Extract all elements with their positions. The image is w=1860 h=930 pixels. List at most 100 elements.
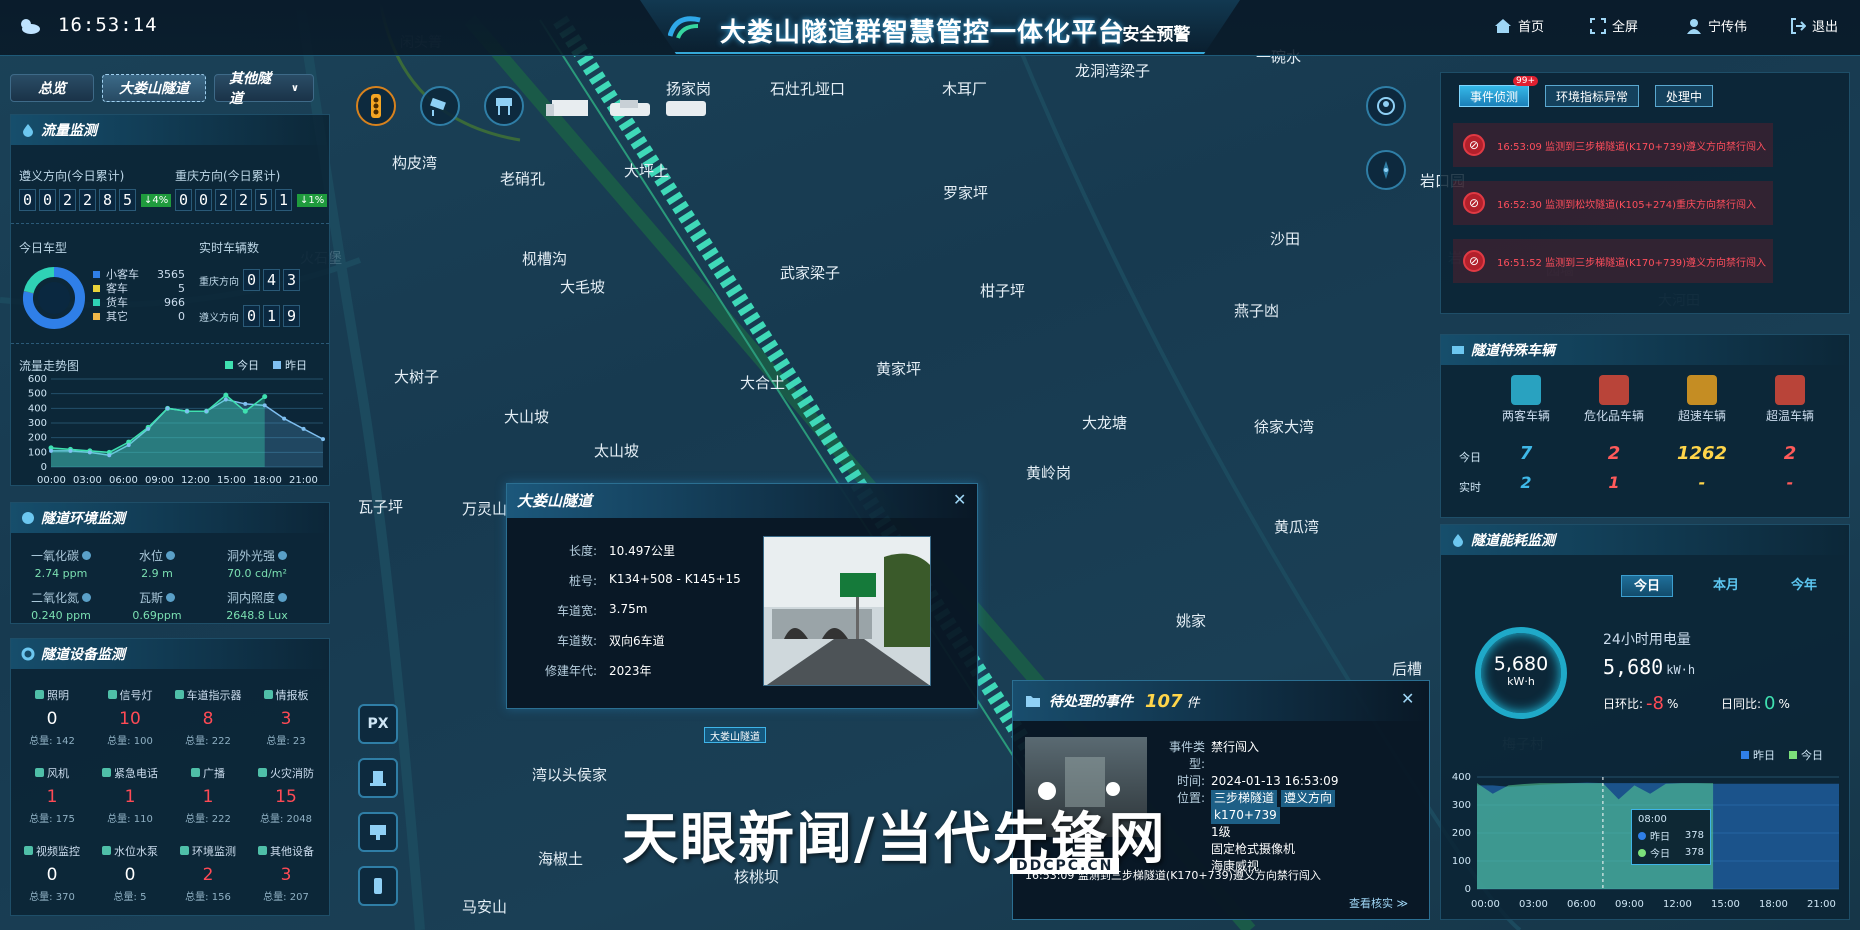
- counter-digit: 2: [79, 189, 96, 211]
- info-icon: [166, 551, 175, 560]
- vehicle-type-label: 危化品车辆: [1583, 409, 1644, 423]
- px-button[interactable]: PX: [358, 704, 398, 744]
- alarm-item[interactable]: ⊘ 16:51:52 监测到三步梯隧道(K170+739)遵义方向禁行闯入: [1453, 239, 1773, 283]
- legend-row: 小客车 3565: [93, 267, 185, 281]
- vehicle-today-count: 7: [1519, 443, 1533, 464]
- device-value: 0: [46, 865, 58, 885]
- watermark-sub: DDCPC.CN: [1010, 858, 1120, 874]
- tab-overview[interactable]: 总览: [10, 74, 94, 102]
- drop-icon: [23, 124, 33, 137]
- x-tick-label: 21:00: [289, 475, 318, 485]
- special-vehicle-type: 危化品车辆: [1579, 375, 1649, 424]
- phone-button[interactable]: [358, 866, 398, 906]
- verify-link[interactable]: 查看核实 ≫: [1349, 895, 1408, 911]
- gauge-unit: kW·h: [1507, 675, 1535, 688]
- gantry-button[interactable]: [484, 86, 524, 126]
- tab-env-abnormal[interactable]: 环境指标异常: [1545, 85, 1640, 107]
- y-tick-label: 100: [1452, 856, 1471, 867]
- info-icon: [278, 551, 287, 560]
- tunnel-photo: [763, 536, 931, 686]
- data-point: [243, 401, 248, 406]
- popup-info-value: 2023年: [609, 664, 652, 678]
- counter-digit: 0: [39, 189, 56, 211]
- device-name: 水位水泵: [95, 843, 165, 859]
- nav-user-button[interactable]: 宁传伟: [1686, 16, 1747, 35]
- vehicle-icon: [1775, 375, 1805, 405]
- env-metric: 二氧化氮 0.240 ppm: [21, 589, 101, 622]
- map-place-label: 罗家坪: [943, 184, 989, 202]
- data-point: [223, 392, 229, 398]
- realtime-row-label: 实时: [1459, 481, 1481, 494]
- data-point: [262, 394, 268, 400]
- data-point: [262, 403, 267, 408]
- gauge-value: 5,680: [1493, 653, 1549, 675]
- counter-digit: 8: [99, 189, 116, 211]
- popup-info-row: 车道宽: 3.75m: [527, 602, 647, 619]
- traffic-light-button[interactable]: [356, 86, 396, 126]
- vehicle-realtime-count: -: [1698, 473, 1706, 492]
- legend-swatch: [93, 270, 100, 278]
- page-subtitle: · 安全预警: [1110, 25, 1191, 45]
- day-label: 日同比:: [1721, 697, 1762, 711]
- nav-home-button[interactable]: 首页: [1494, 16, 1544, 35]
- tab-processing[interactable]: 处理中: [1655, 85, 1714, 107]
- pending-close-icon[interactable]: ✕: [1401, 689, 1414, 708]
- tab-year[interactable]: 今年: [1779, 575, 1829, 597]
- tooltip-row: 昨日 378: [1638, 828, 1704, 843]
- counter-digit: 2: [59, 189, 76, 211]
- device-icon: [180, 846, 189, 855]
- detail-source-value: 固定枪式摄像机: [1211, 842, 1296, 856]
- device-value: 15: [275, 787, 297, 807]
- alarm-item[interactable]: ⊘ 16:52:30 监测到松坎隧道(K105+274)重庆方向禁行闯入: [1453, 181, 1773, 225]
- vehicle-type-label: 超温车辆: [1765, 409, 1814, 423]
- compass-button[interactable]: [1366, 150, 1406, 190]
- data-point: [321, 437, 325, 442]
- device-total: 总量: 5: [113, 892, 147, 903]
- popup-info-value: K134+508 - K145+15: [609, 572, 741, 586]
- no-entry-icon: ⊘: [1463, 192, 1485, 214]
- tab-dalou-tunnel[interactable]: 大娄山隧道: [102, 74, 206, 102]
- tab-event-detect[interactable]: 事件侦测 99+: [1459, 76, 1539, 107]
- device-name: 环境监测: [173, 843, 243, 859]
- special-vehicle-type: 超速车辆: [1667, 375, 1737, 424]
- tunnel-marker[interactable]: 大娄山隧道: [704, 727, 766, 743]
- nav-fullscreen-button[interactable]: 全屏: [1590, 16, 1638, 35]
- percent-badge: ↓4%: [141, 194, 172, 207]
- device-stat: 风机 1 总量: 175: [17, 765, 87, 825]
- device-icon: [35, 768, 44, 777]
- popup-info-value: 双向6车道: [609, 634, 665, 648]
- map-layer-button[interactable]: [1366, 86, 1406, 126]
- tab-month[interactable]: 本月: [1701, 575, 1751, 597]
- x-tick-label: 09:00: [1615, 899, 1644, 910]
- nav-logout-button[interactable]: 退出: [1790, 16, 1838, 35]
- alarm-item[interactable]: ⊘ 16:53:09 监测到三步梯隧道(K170+739)遵义方向禁行闯入: [1453, 123, 1773, 167]
- data-point: [223, 397, 228, 402]
- counter-digit: 0: [195, 189, 212, 211]
- no-entry-icon: ⊘: [1463, 250, 1485, 272]
- traffic-light-icon: [371, 94, 381, 118]
- device-value: 2: [202, 865, 214, 885]
- env-metric-name: 二氧化氮: [21, 589, 101, 606]
- y-tick-label: 0: [1465, 884, 1471, 895]
- device-total: 总量: 156: [185, 892, 231, 903]
- camera-button[interactable]: [420, 86, 460, 126]
- pump-button[interactable]: [358, 758, 398, 798]
- today-row-label: 今日: [1459, 451, 1481, 464]
- tab-today[interactable]: 今日: [1621, 575, 1674, 597]
- device-total: 总量: 207: [263, 892, 309, 903]
- ring-value: -8: [1646, 693, 1664, 714]
- screen-button[interactable]: [358, 812, 398, 852]
- energy-gauge: 5,680 kW·h: [1475, 627, 1567, 719]
- popup-info-row: 长度: 10.497公里: [527, 542, 675, 559]
- device-icon: [102, 846, 111, 855]
- device-name: 风机: [17, 765, 87, 781]
- x-tick-label: 00:00: [1471, 899, 1500, 910]
- popup-close-icon[interactable]: ✕: [953, 490, 966, 509]
- energy-big-number: 5,680: [1603, 655, 1664, 679]
- tab-other-tunnels[interactable]: 其他隧道 ∨: [214, 71, 314, 107]
- info-icon: [278, 593, 287, 602]
- data-point: [301, 426, 306, 431]
- traffic-panel-header: 流量监测: [11, 115, 329, 145]
- energy-period-tabs: 今日 本月 今年: [1621, 575, 1829, 597]
- env-metric-value: 0.69ppm: [132, 609, 182, 622]
